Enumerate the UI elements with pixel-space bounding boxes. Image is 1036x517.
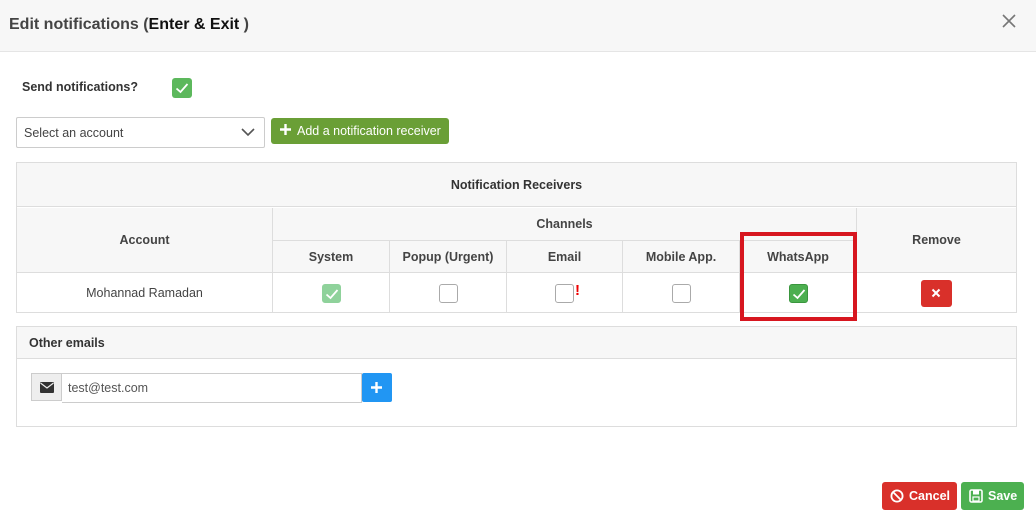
whatsapp-highlight-box [740,232,857,321]
save-label: Save [988,489,1018,503]
add-receiver-label: Add a notification receiver [297,124,441,138]
receivers-panel-title: Notification Receivers [17,163,1016,207]
remove-receiver-button[interactable] [921,279,952,307]
channel-header-mobile: Mobile App. [623,241,740,273]
channel-header-system: System [273,241,390,273]
modal-title: Edit notifications (Enter & Exit ) [9,16,250,33]
mobile-checkbox[interactable] [671,283,691,303]
modal-header: Edit notifications (Enter & Exit ) [0,0,1036,52]
save-button[interactable]: Save [961,482,1024,510]
close-icon[interactable] [1002,14,1018,30]
system-cell [273,273,390,313]
other-emails-panel: Other emails [16,326,1017,427]
account-column-header: Account [17,208,273,273]
account-select[interactable]: Select an account [16,117,265,148]
popup-checkbox[interactable] [438,283,458,303]
save-icon [969,489,983,503]
plus-icon [280,124,291,135]
chevron-down-icon [241,128,255,137]
email-checkbox[interactable]: ! [555,282,580,303]
add-email-button[interactable] [362,373,392,402]
remove-cell [857,273,1016,313]
email-cell: ! [507,273,623,313]
envelope-icon [31,373,62,401]
other-emails-header: Other emails [17,327,1016,359]
other-emails-title: Other emails [29,336,105,350]
other-email-input[interactable] [62,373,362,403]
close-icon [931,288,941,297]
cancel-label: Cancel [909,489,950,503]
check-icon [325,288,338,299]
account-select-value: Select an account [24,126,124,140]
add-receiver-button[interactable]: Add a notification receiver [271,118,449,144]
channel-header-popup: Popup (Urgent) [390,241,507,273]
popup-cell [390,273,507,313]
system-checkbox[interactable] [321,283,341,303]
mobile-cell [623,273,740,313]
email-warning-icon: ! [575,281,580,299]
cancel-button[interactable]: Cancel [882,482,957,510]
ban-icon [890,489,904,503]
receivers-panel: Notification Receivers Account Channels … [16,162,1017,313]
check-icon [175,83,189,94]
send-notifications-label: Send notifications? [22,80,138,94]
plus-icon [371,382,382,393]
channel-header-email: Email [507,241,623,273]
send-notifications-checkbox[interactable] [172,78,192,98]
remove-column-header: Remove [857,208,1016,273]
table-row-account: Mohannad Ramadan [17,273,273,313]
